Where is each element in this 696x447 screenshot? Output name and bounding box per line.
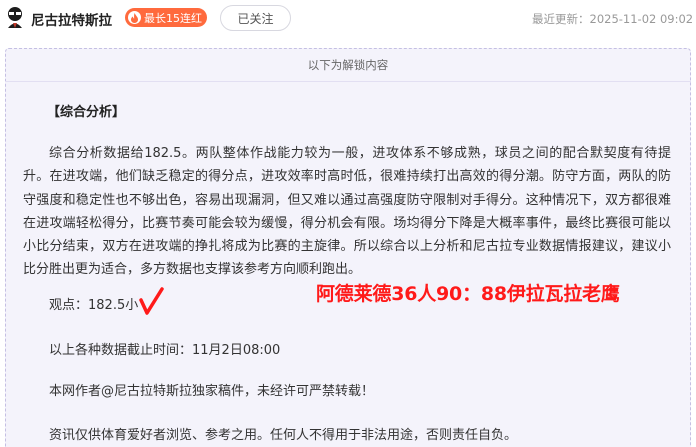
flame-icon	[128, 11, 141, 24]
author-header: 尼古拉特斯拉 最长15连红 已关注 最近更新：2025-11-02 09:02	[0, 0, 696, 38]
copyright-notice: 本网作者@尼古拉特斯拉独家稿件，未经许可严禁转载！	[49, 384, 375, 399]
author-name[interactable]: 尼古拉特斯拉	[31, 9, 112, 29]
disclaimer: 资讯仅供体育爱好者浏览、参考之用。任何人不得用于非法用途，否则责任自负。	[49, 428, 518, 443]
avatar[interactable]	[4, 4, 26, 28]
viewpoint: 观点：182.5小	[49, 294, 138, 313]
checkmark-icon	[139, 287, 164, 315]
analysis-paragraph: 综合分析数据给182.5。两队整体作战能力较为一般，进攻体系不够成熟，球员之间的…	[23, 146, 671, 278]
viewpoint-text: 观点：182.5小	[49, 298, 139, 313]
follow-button[interactable]: 已关注	[220, 5, 291, 31]
section-title: 【综合分析】	[47, 105, 126, 120]
unlock-banner: 以下为解锁内容	[5, 48, 691, 82]
streak-badge-label: 最长15连红	[144, 11, 202, 25]
result-overlay-text: 阿德莱德36人90：88伊拉瓦拉老鹰	[316, 283, 620, 305]
data-deadline: 以上各种数据截止时间：11月2日08:00	[49, 343, 281, 358]
streak-badge: 最长15连红	[125, 8, 207, 27]
update-time: 最近更新：2025-11-02 09:02	[532, 12, 694, 26]
